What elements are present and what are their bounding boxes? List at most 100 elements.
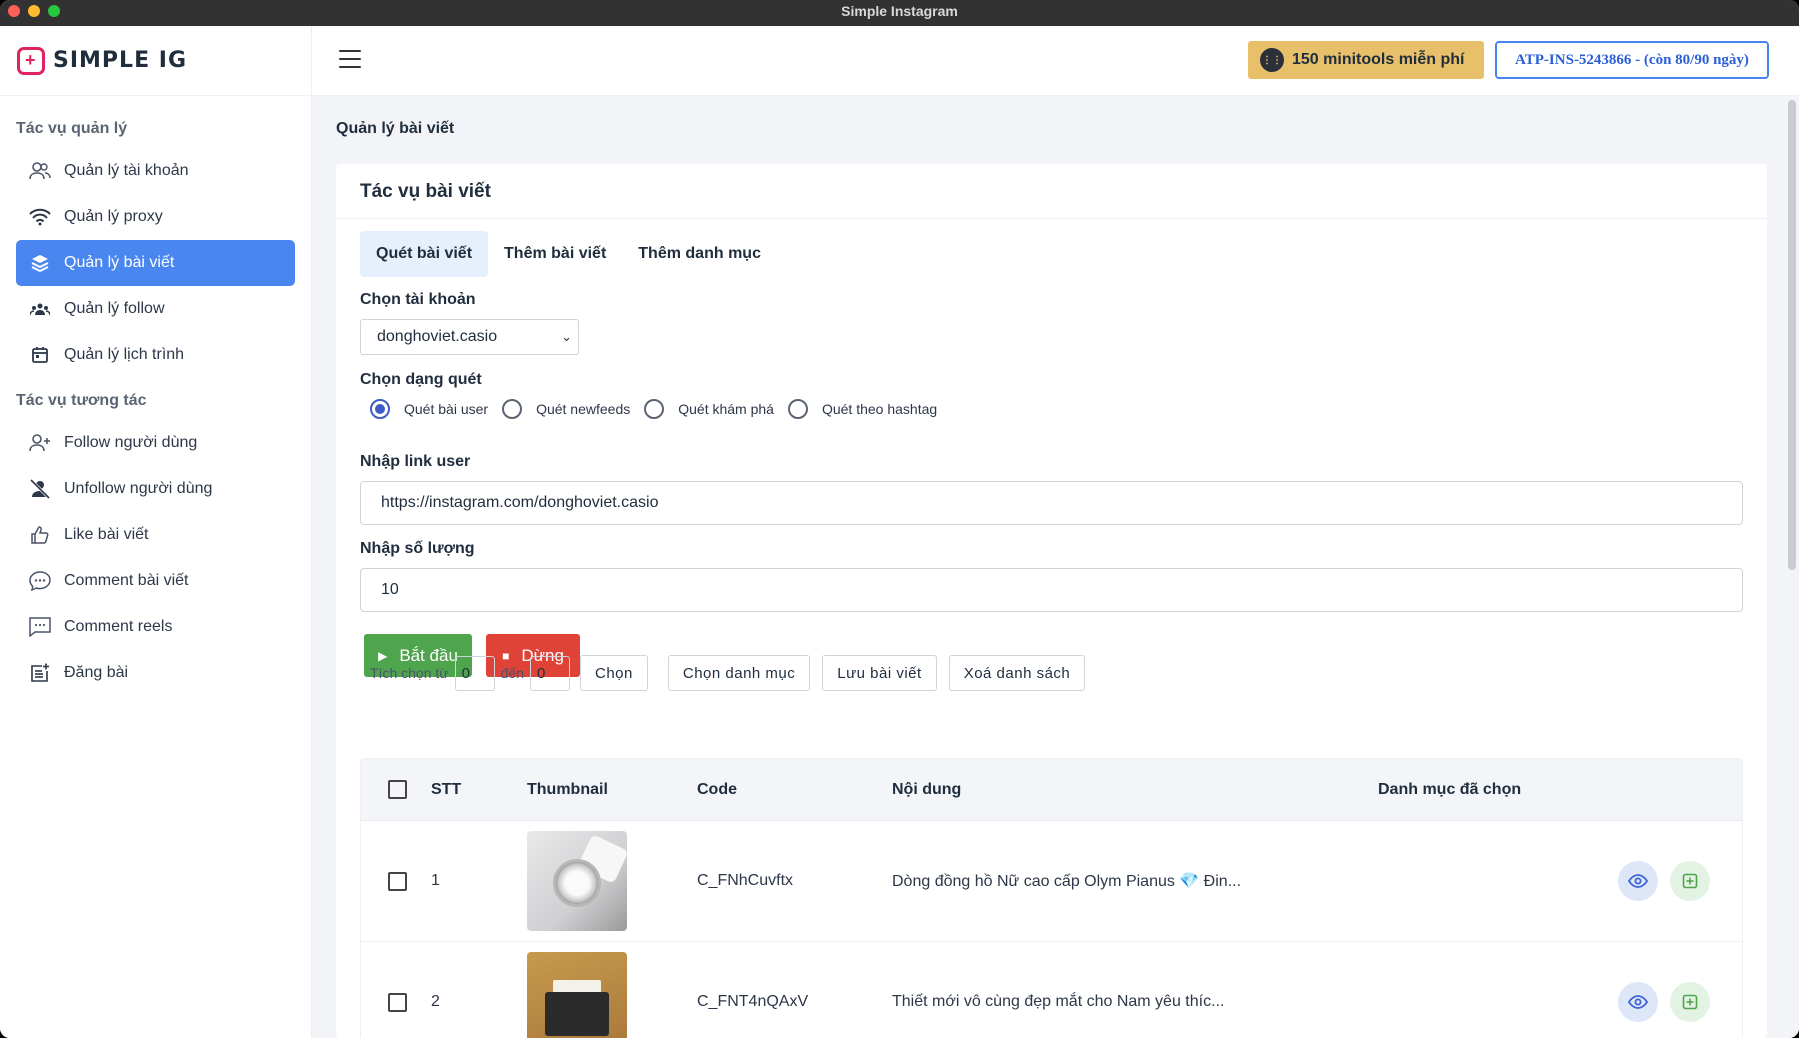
app-window: Simple Instagram SIMPLE IG Tác vụ quản l… [0, 0, 1799, 1038]
account-label: Chọn tài khoản [360, 291, 476, 308]
sidebar-item-unfollow-users[interactable]: Unfollow người dùng [16, 466, 295, 512]
post-tasks-card: Tác vụ bài viết Quét bài viết Thêm bài v… [336, 164, 1767, 1038]
maximize-window-button[interactable] [48, 5, 60, 17]
sidebar-item-label: Comment reels [64, 618, 173, 635]
sidebar-item-label: Quản lý proxy [64, 208, 163, 225]
window-title: Simple Instagram [841, 3, 958, 19]
row-code: C_FNT4nQAxV [697, 993, 809, 1010]
radio-label: Quét theo hashtag [821, 401, 938, 417]
eye-icon [1628, 995, 1648, 1009]
page-scrollbar[interactable] [1785, 96, 1799, 1038]
row-checkbox[interactable] [388, 871, 407, 891]
scrollbar-thumb[interactable] [1788, 100, 1796, 570]
table-row[interactable]: 1 C_FNhCuvftx Dòng đồng hồ Nữ cao cấp Ol… [361, 821, 1742, 942]
logo[interactable]: SIMPLE IG [0, 26, 311, 96]
user-off-icon [28, 477, 52, 501]
license-button[interactable]: ATP-INS-5243866 - (còn 80/90 ngày) [1495, 41, 1769, 79]
sidebar-item-posts[interactable]: Quản lý bài viết [16, 240, 295, 286]
scan-type-radio-group: Quét bài user Quét newfeeds Quét khám ph… [370, 399, 951, 419]
tab-scan-posts[interactable]: Quét bài viết [360, 231, 489, 277]
section-title-interaction: Tác vụ tương tác [16, 392, 147, 409]
radio-scan-newfeeds[interactable]: Quét newfeeds [502, 399, 630, 419]
table-header: STT Thumbnail Code Nội dung Danh mục đã … [361, 759, 1742, 821]
choose-range-button[interactable]: Chọn [580, 655, 648, 691]
account-select[interactable]: donghoviet.casio ⌄ [360, 319, 579, 355]
radio-scan-explore[interactable]: Quét khám phá [644, 399, 774, 419]
row-stt: 1 [431, 872, 440, 889]
brand-name: SIMPLE IG [53, 48, 187, 73]
main-content: Quản lý bài viết Tác vụ bài viết Quét bà… [312, 96, 1799, 1038]
card-title: Tác vụ bài viết [336, 164, 1767, 219]
sidebar-item-accounts[interactable]: Quản lý tài khoản [16, 148, 295, 194]
minimize-window-button[interactable] [28, 5, 40, 17]
column-header-thumbnail: Thumbnail [527, 780, 608, 798]
apps-grid-icon: ⋮⋮ [1260, 48, 1284, 72]
sidebar-item-label: Quản lý tài khoản [64, 162, 189, 179]
message-square-icon [28, 615, 52, 639]
user-link-label: Nhập link user [360, 453, 471, 470]
radio-unchecked-icon [644, 399, 665, 419]
row-stt: 2 [431, 993, 440, 1010]
row-content: Dòng đồng hồ Nữ cao cấp Olym Pianus 💎 Đi… [892, 873, 1242, 890]
sidebar-item-label: Quản lý bài viết [64, 254, 175, 271]
sidebar-item-comment-posts[interactable]: Comment bài viết [16, 558, 295, 604]
logo-icon [17, 46, 45, 75]
sidebar-item-follow[interactable]: Quản lý follow [16, 286, 295, 332]
sidebar-item-like-posts[interactable]: Like bài viết [16, 512, 295, 558]
add-category-button[interactable] [1670, 861, 1710, 901]
column-header-stt: STT [431, 780, 462, 798]
save-posts-button[interactable]: Lưu bài viết [822, 655, 937, 691]
calendar-icon [28, 343, 52, 367]
clear-list-button[interactable]: Xoá danh sách [948, 655, 1086, 691]
user-link-input[interactable]: https://instagram.com/donghoviet.casio [360, 481, 1743, 525]
tab-add-posts[interactable]: Thêm bài viết [488, 231, 622, 277]
sidebar-item-label: Unfollow người dùng [64, 480, 213, 497]
row-checkbox[interactable] [388, 992, 407, 1012]
minitools-button[interactable]: ⋮⋮ 150 minitools miễn phí [1248, 41, 1484, 79]
range-from-label: Tích chọn từ [370, 665, 449, 681]
close-window-button[interactable] [8, 5, 20, 17]
view-post-button[interactable] [1618, 982, 1658, 1022]
quantity-label: Nhập số lượng [360, 540, 475, 557]
add-box-icon [1682, 994, 1698, 1010]
title-bar: Simple Instagram [0, 0, 1799, 26]
sidebar-item-schedule[interactable]: Quản lý lịch trình [16, 332, 295, 378]
menu-toggle-icon[interactable] [339, 50, 361, 68]
column-header-content: Nội dung [892, 780, 962, 798]
sidebar-item-publish-post[interactable]: Đăng bài [16, 650, 295, 696]
select-all-checkbox[interactable] [388, 780, 407, 799]
post-thumbnail [527, 952, 627, 1038]
choose-category-button[interactable]: Chọn danh mục [667, 655, 811, 691]
range-from-input[interactable]: 0 [454, 655, 495, 691]
radio-label: Quét khám phá [678, 401, 774, 417]
range-to-label: đến [500, 665, 524, 681]
radio-scan-user-posts[interactable]: Quét bài user [370, 399, 488, 419]
radio-unchecked-icon [502, 399, 523, 419]
top-header: ⋮⋮ 150 minitools miễn phí ATP-INS-524386… [312, 26, 1799, 96]
quantity-input[interactable]: 10 [360, 568, 1743, 612]
bulk-select-toolbar: Tích chọn từ 0 đến 0 Chọn Chọn danh mục … [370, 655, 1086, 691]
users-icon [28, 159, 52, 183]
radio-checked-icon [370, 399, 390, 419]
sidebar-item-proxy[interactable]: Quản lý proxy [16, 194, 295, 240]
column-header-code: Code [697, 780, 737, 798]
range-to-input[interactable]: 0 [530, 655, 570, 691]
sidebar-item-comment-reels[interactable]: Comment reels [16, 604, 295, 650]
page-title: Quản lý bài viết [336, 120, 455, 137]
thumbs-up-icon [28, 523, 52, 547]
sidebar-item-label: Đăng bài [64, 664, 129, 681]
column-header-category: Danh mục đã chọn [1378, 780, 1522, 798]
sidebar: SIMPLE IG Tác vụ quản lý Quản lý tài kho… [0, 26, 312, 1038]
row-code: C_FNhCuvftx [697, 872, 794, 889]
radio-label: Quét bài user [404, 401, 489, 417]
table-row[interactable]: 2 C_FNT4nQAxV Thiết mới vô cùng đẹp mắt … [361, 942, 1742, 1038]
radio-scan-hashtag[interactable]: Quét theo hashtag [787, 399, 938, 419]
tab-add-category[interactable]: Thêm danh mục [622, 231, 777, 277]
add-category-button[interactable] [1670, 982, 1710, 1022]
sidebar-item-follow-users[interactable]: Follow người dùng [16, 420, 295, 466]
scan-type-label: Chọn dạng quét [360, 371, 482, 388]
group-icon [28, 297, 52, 321]
view-post-button[interactable] [1618, 861, 1658, 901]
section-title-management: Tác vụ quản lý [16, 120, 128, 137]
post-thumbnail [527, 831, 627, 931]
